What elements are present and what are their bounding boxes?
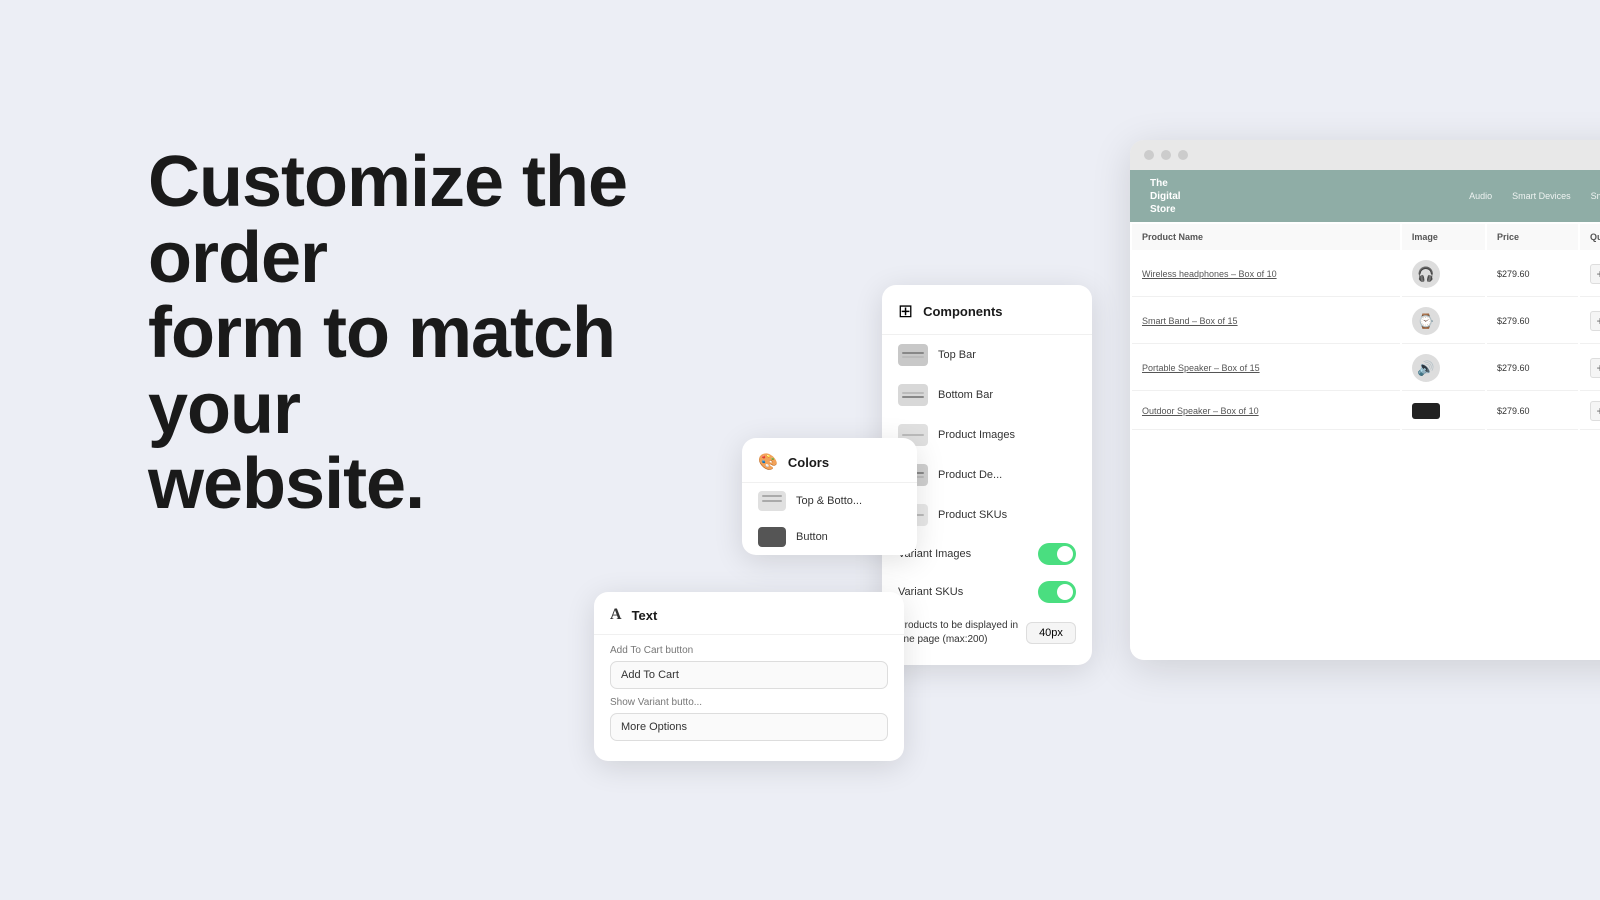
show-variant-label: Show Variant butto... bbox=[610, 697, 888, 708]
hero-title: Customize the order form to match your w… bbox=[148, 145, 708, 523]
color-thumb-button bbox=[758, 527, 786, 547]
component-label-product-images: Product Images bbox=[938, 429, 1015, 441]
product-swatch bbox=[1412, 403, 1440, 419]
add-to-cart-label: Add To Cart button bbox=[610, 645, 888, 656]
products-per-page-input[interactable] bbox=[1026, 622, 1076, 644]
add-to-cart-field: Add To Cart button bbox=[594, 635, 904, 693]
colors-title: Colors bbox=[788, 455, 829, 470]
show-variant-input[interactable] bbox=[610, 713, 888, 741]
products-per-page-row: Products to be displayed in one page (ma… bbox=[882, 611, 1092, 655]
component-item-bottom-bar[interactable]: Bottom Bar bbox=[882, 375, 1092, 415]
components-header: ⊞ Components bbox=[882, 285, 1092, 335]
components-title: Components bbox=[923, 304, 1002, 319]
show-variant-field: Show Variant butto... bbox=[594, 693, 904, 745]
products-per-page-label: Products to be displayed in one page (ma… bbox=[898, 619, 1026, 647]
table-row: Outdoor Speaker – Box of 10 $279.60 + bbox=[1132, 393, 1600, 430]
table-row: Wireless headphones – Box of 10 🎧 $279.6… bbox=[1132, 252, 1600, 297]
browser-dot-green bbox=[1178, 150, 1188, 160]
colors-panel: 🎨 Colors Top & Botto... Button bbox=[742, 438, 917, 555]
nav-audio: Audio bbox=[1469, 191, 1492, 201]
product-img: 🔊 bbox=[1412, 354, 1440, 382]
qty-button[interactable]: + bbox=[1590, 311, 1600, 331]
qty-button[interactable]: + bbox=[1590, 264, 1600, 284]
colors-header: 🎨 Colors bbox=[742, 438, 917, 483]
component-label-product-sku: Product SKUs bbox=[938, 509, 1007, 521]
colors-icon: 🎨 bbox=[758, 452, 778, 472]
color-label-top-bottom: Top & Botto... bbox=[796, 495, 862, 507]
components-icon: ⊞ bbox=[898, 301, 913, 322]
table-row: Smart Band – Box of 15 ⌚ $279.60 + bbox=[1132, 299, 1600, 344]
nav-smart-devices: Smart Devices bbox=[1512, 191, 1571, 201]
col-qty: Qua... bbox=[1580, 224, 1600, 250]
table-row: Portable Speaker – Box of 15 🔊 $279.60 + bbox=[1132, 346, 1600, 391]
toggle-variant-skus-switch[interactable] bbox=[1038, 581, 1076, 603]
add-to-cart-input[interactable] bbox=[610, 661, 888, 689]
text-panel-title: Text bbox=[632, 608, 658, 623]
component-item-top-bar[interactable]: Top Bar bbox=[882, 335, 1092, 375]
col-price: Price bbox=[1487, 224, 1578, 250]
col-image: Image bbox=[1402, 224, 1485, 250]
browser-dot-yellow bbox=[1161, 150, 1171, 160]
color-item-button[interactable]: Button bbox=[742, 519, 917, 555]
toggle-variant-skus[interactable]: Variant SKUs bbox=[882, 573, 1092, 611]
text-panel: A Text Add To Cart button Show Variant b… bbox=[594, 592, 904, 761]
color-item-top-bottom[interactable]: Top & Botto... bbox=[742, 483, 917, 519]
qty-button[interactable]: + bbox=[1590, 358, 1600, 378]
component-thumb-top-bar bbox=[898, 344, 928, 366]
product-img: ⌚ bbox=[1412, 307, 1440, 335]
hero-section: Customize the order form to match your w… bbox=[148, 145, 708, 523]
text-panel-header: A Text bbox=[594, 592, 904, 635]
color-thumb-top-bottom bbox=[758, 491, 786, 511]
component-thumb-bottom-bar bbox=[898, 384, 928, 406]
nav-smart-dev2: Smart Dev... bbox=[1591, 191, 1600, 201]
component-label-top-bar: Top Bar bbox=[938, 349, 976, 361]
store-nav: Audio Smart Devices Smart Dev... bbox=[1469, 191, 1600, 201]
toggle-label-variant-skus: Variant SKUs bbox=[898, 586, 963, 598]
browser-window: The Digital Store Audio Smart Devices Sm… bbox=[1130, 140, 1600, 660]
browser-dot-red bbox=[1144, 150, 1154, 160]
component-label-product-desc: Product De... bbox=[938, 469, 1002, 481]
color-label-button: Button bbox=[796, 531, 828, 543]
store-logo: The Digital Store bbox=[1150, 177, 1181, 216]
component-label-bottom-bar: Bottom Bar bbox=[938, 389, 993, 401]
toggle-variant-images-switch[interactable] bbox=[1038, 543, 1076, 565]
store-header: The Digital Store Audio Smart Devices Sm… bbox=[1130, 170, 1600, 222]
browser-content: The Digital Store Audio Smart Devices Sm… bbox=[1130, 170, 1600, 660]
product-img: 🎧 bbox=[1412, 260, 1440, 288]
browser-titlebar bbox=[1130, 140, 1600, 170]
product-table: Product Name Image Price Qua... Wireless… bbox=[1130, 222, 1600, 432]
text-panel-icon: A bbox=[610, 606, 622, 624]
qty-button[interactable]: + bbox=[1590, 401, 1600, 421]
col-product-name: Product Name bbox=[1132, 224, 1400, 250]
